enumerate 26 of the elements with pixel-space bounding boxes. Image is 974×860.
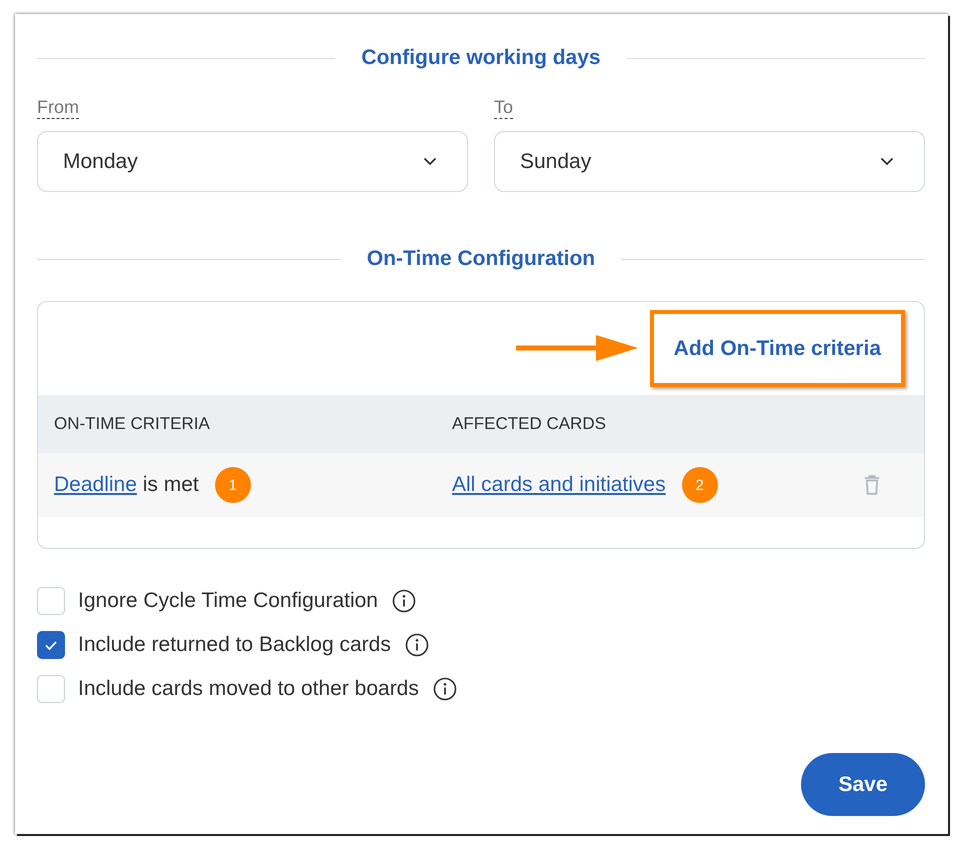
- option-label: Ignore Cycle Time Configuration: [78, 589, 378, 613]
- criteria-text: Deadline is met: [54, 473, 199, 497]
- option-label: Include returned to Backlog cards: [78, 633, 391, 657]
- section-heading: Configure working days: [361, 46, 601, 70]
- add-criteria-button[interactable]: Add On-Time criteria: [650, 310, 905, 387]
- column-header: ON-TIME CRITERIA: [54, 414, 211, 434]
- number-badge: 2: [682, 467, 718, 503]
- affected-cards-link[interactable]: All cards and initiatives: [452, 473, 666, 497]
- info-icon[interactable]: [432, 677, 457, 701]
- info-icon[interactable]: [404, 633, 429, 657]
- checkbox[interactable]: [37, 631, 65, 659]
- criteria-link[interactable]: Deadline: [54, 473, 137, 496]
- day-dropdown[interactable]: Monday: [37, 131, 468, 192]
- day-dropdown[interactable]: Sunday: [494, 131, 925, 192]
- column-header: AFFECTED CARDS: [452, 414, 607, 434]
- section-heading: On-Time Configuration: [366, 247, 596, 271]
- arrow-icon: [516, 334, 638, 362]
- chevron-down-icon: [423, 157, 437, 166]
- field-label: To: [494, 96, 514, 119]
- field-label: From: [37, 96, 79, 119]
- info-icon[interactable]: [392, 589, 416, 613]
- number-badge: 1: [214, 467, 251, 503]
- option-label: Include cards moved to other boards: [78, 677, 419, 701]
- checkmark-icon: [44, 640, 58, 650]
- save-button[interactable]: Save: [801, 753, 925, 816]
- chevron-down-icon: [880, 157, 894, 166]
